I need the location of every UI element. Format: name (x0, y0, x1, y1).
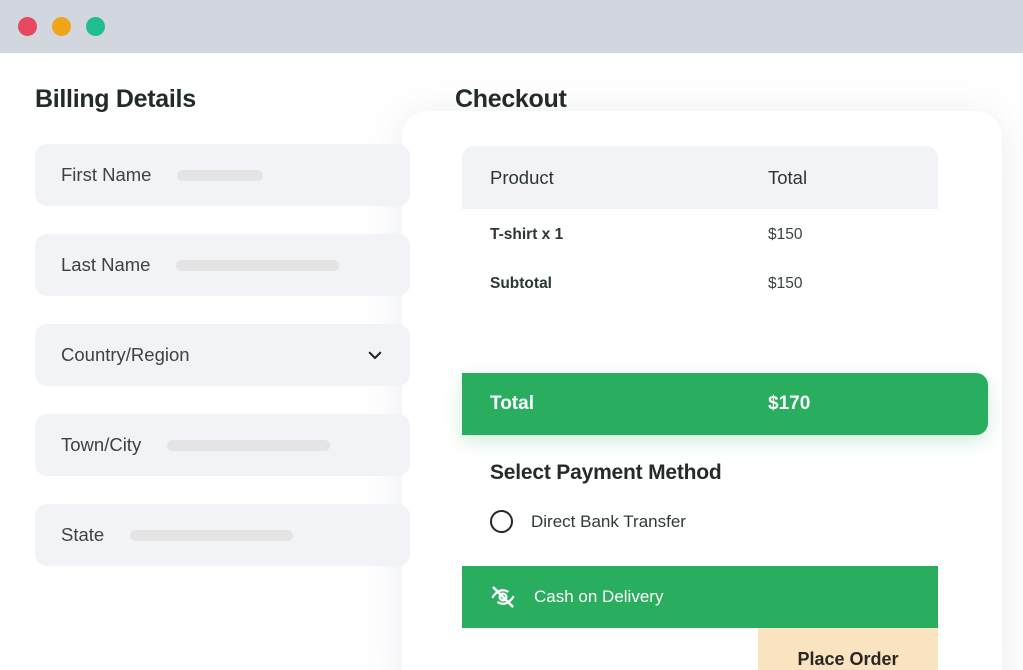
order-total-label: Total (490, 393, 534, 414)
place-order-button[interactable]: Place Order (758, 628, 938, 670)
order-total-amount: $170 (768, 393, 811, 414)
last-name-field[interactable]: Last Name (35, 234, 410, 296)
town-city-value-bar (167, 439, 331, 451)
last-name-label: Last Name (61, 254, 151, 275)
country-region-select[interactable]: Country/Region (35, 324, 410, 386)
checkout-mockup-window: Billing Details First Name Last Name Cou… (0, 0, 1023, 670)
state-value-bar (130, 529, 294, 541)
table-bottom-spacer (462, 309, 938, 317)
chevron-down-icon (368, 351, 382, 360)
order-total-bar: Total $170 (462, 373, 988, 435)
billing-details-title: Billing Details (35, 85, 196, 113)
first-name-value-bar (177, 169, 264, 181)
checkout-section: Checkout (455, 85, 1000, 144)
town-city-label: Town/City (61, 434, 142, 455)
order-summary-table: Product Total T-shirt x 1 $150 Subtotal … (462, 146, 938, 317)
first-name-field[interactable]: First Name (35, 144, 410, 206)
state-field[interactable]: State (35, 504, 410, 566)
order-table-header: Product Total (462, 146, 938, 209)
billing-details-section: Billing Details First Name Last Name Cou… (35, 85, 410, 594)
subtotal-label: Subtotal (490, 275, 552, 292)
payment-option-label: Cash on Delivery (534, 587, 664, 606)
state-label: State (61, 524, 105, 545)
product-total: $150 (768, 226, 803, 243)
payment-method-title: Select Payment Method (490, 461, 722, 484)
page-body: Billing Details First Name Last Name Cou… (0, 53, 1023, 670)
eye-off-icon (491, 586, 515, 608)
checkout-title: Checkout (455, 85, 567, 113)
first-name-label: First Name (61, 164, 152, 185)
maximize-dot[interactable] (86, 17, 105, 36)
payment-option-label: Direct Bank Transfer (531, 511, 686, 531)
minimize-dot[interactable] (52, 17, 71, 36)
subtotal-amount: $150 (768, 275, 803, 292)
payment-method-section: Select Payment Method Direct Bank Transf… (462, 435, 938, 566)
table-row: Subtotal $150 (462, 259, 938, 309)
country-region-label: Country/Region (61, 344, 190, 365)
column-header-product: Product (490, 166, 554, 188)
table-row: T-shirt x 1 $150 (462, 209, 938, 259)
column-header-total: Total (768, 166, 808, 188)
payment-option-cash-on-delivery[interactable]: Cash on Delivery (462, 566, 938, 628)
product-name: T-shirt x 1 (490, 226, 564, 243)
close-dot[interactable] (18, 17, 37, 36)
window-titlebar (0, 0, 1023, 53)
town-city-field[interactable]: Town/City (35, 414, 410, 476)
payment-option-direct-bank-transfer[interactable]: Direct Bank Transfer (490, 510, 910, 533)
radio-unchecked-icon[interactable] (490, 510, 513, 533)
last-name-value-bar (176, 259, 340, 271)
